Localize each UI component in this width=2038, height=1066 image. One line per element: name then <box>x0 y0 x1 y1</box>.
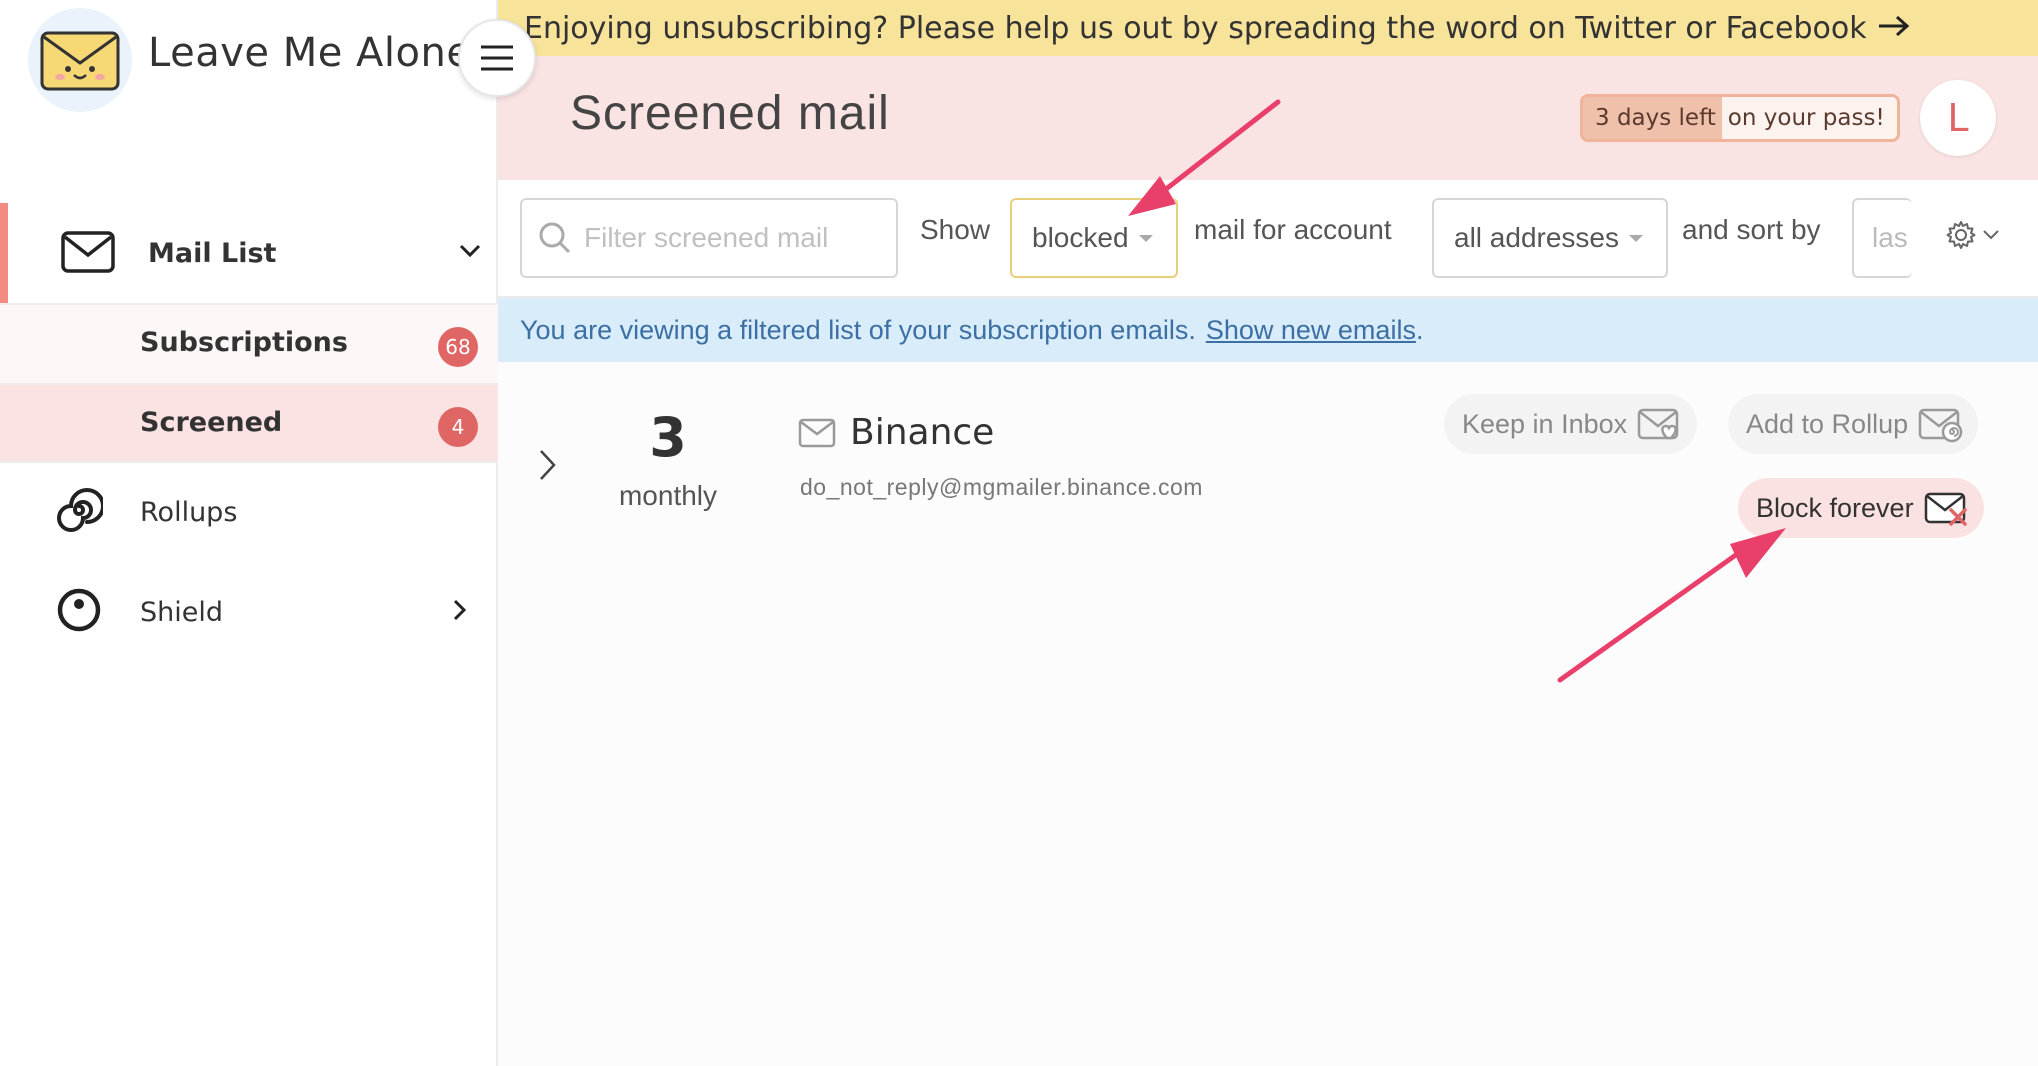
app-logo[interactable] <box>28 8 132 112</box>
count-badge: 68 <box>438 327 478 367</box>
keep-in-inbox-button[interactable]: Keep in Inbox <box>1444 394 1698 454</box>
shield-icon <box>55 586 103 638</box>
sidebar-item-label: Shield <box>140 596 224 628</box>
show-new-emails-link[interactable]: Show new emails <box>1206 315 1416 346</box>
show-label: Show <box>920 214 991 245</box>
settings-dropdown[interactable] <box>1946 220 2000 250</box>
sender-name: Binance <box>850 412 995 453</box>
gear-icon <box>1946 221 1976 249</box>
chevron-down-icon[interactable] <box>458 243 482 263</box>
search-icon <box>539 222 571 254</box>
account-filter-select[interactable]: all addresses <box>1432 198 1668 278</box>
envelope-icon <box>60 229 116 279</box>
envelope-logo-icon <box>40 31 120 91</box>
count-badge: 4 <box>438 407 478 447</box>
sidebar-item-subscriptions[interactable]: Subscriptions 68 <box>0 303 498 383</box>
envelope-heart-icon <box>1637 408 1679 440</box>
spiral-icon <box>55 486 105 538</box>
sidebar-item-mail-list[interactable]: Mail List <box>0 203 498 303</box>
block-forever-button[interactable]: Block forever <box>1738 478 1984 538</box>
sort-select[interactable]: las <box>1852 198 1912 278</box>
pass-suffix: on your pass! <box>1721 97 1897 139</box>
button-label: Keep in Inbox <box>1462 408 1628 439</box>
info-suffix: . <box>1415 314 1424 345</box>
mail-list: 3 monthly Binance do_not_reply@mgmailer.… <box>498 362 2038 1066</box>
caret-down-icon <box>1628 234 1643 242</box>
sidebar-item-label: Subscriptions <box>140 327 348 358</box>
banner-text: Enjoying unsubscribing? Please help us o… <box>524 10 1867 46</box>
filter-bar: Show blocked mail for account all addres… <box>498 180 2038 298</box>
app-name: Leave Me Alone <box>148 30 472 76</box>
pass-status-badge[interactable]: 3 days left on your pass! <box>1580 94 1900 142</box>
info-text: You are viewing a filtered list of your … <box>520 314 1196 345</box>
sender-email: do_not_reply@mgmailer.binance.com <box>800 474 1203 500</box>
search-box[interactable] <box>520 198 898 278</box>
envelope-spiral-icon <box>1918 408 1963 443</box>
page-header: Screened mail 3 days left on your pass! … <box>498 56 2038 180</box>
sort-label: and sort by <box>1682 214 1821 245</box>
chevron-right-icon[interactable] <box>538 448 558 486</box>
hamburger-menu-button[interactable] <box>458 19 536 97</box>
promo-banner[interactable]: Enjoying unsubscribing? Please help us o… <box>498 0 2038 56</box>
account-label: mail for account <box>1194 214 1392 245</box>
sidebar: Leave Me Alone Mail List Subscriptions 6… <box>0 0 498 1066</box>
sort-value: las <box>1872 222 1908 253</box>
sidebar-item-shield[interactable]: Shield <box>0 570 498 654</box>
sidebar-item-screened[interactable]: Screened 4 <box>0 383 498 463</box>
sidebar-item-label: Rollups <box>140 496 238 528</box>
pass-days-left: 3 days left <box>1583 97 1722 139</box>
hamburger-icon <box>481 45 513 71</box>
button-label: Block forever <box>1756 492 1914 523</box>
list-item[interactable]: 3 monthly Binance do_not_reply@mgmailer.… <box>498 362 2038 562</box>
envelope-icon <box>798 418 836 452</box>
page-title: Screened mail <box>570 87 890 140</box>
button-label: Add to Rollup <box>1746 408 1909 439</box>
search-input[interactable] <box>584 222 894 254</box>
arrow-right-icon <box>1877 11 1911 46</box>
email-count: 3 <box>649 406 687 469</box>
chevron-down-icon <box>1983 230 1999 240</box>
sidebar-item-rollups[interactable]: Rollups <box>0 470 498 554</box>
account-filter-value: all addresses <box>1454 222 1619 253</box>
sidebar-item-label: Mail List <box>148 237 277 269</box>
envelope-block-icon <box>1924 492 1967 526</box>
chevron-right-icon[interactable] <box>452 598 468 626</box>
filter-info-bar: You are viewing a filtered list of your … <box>498 298 2038 362</box>
add-to-rollup-button[interactable]: Add to Rollup <box>1728 394 1979 454</box>
email-frequency: monthly <box>618 480 718 511</box>
caret-down-icon <box>1138 234 1153 242</box>
avatar[interactable]: L <box>1920 80 1996 156</box>
show-filter-select[interactable]: blocked <box>1010 198 1178 278</box>
sidebar-item-label: Screened <box>140 407 283 438</box>
show-filter-value: blocked <box>1032 222 1129 253</box>
